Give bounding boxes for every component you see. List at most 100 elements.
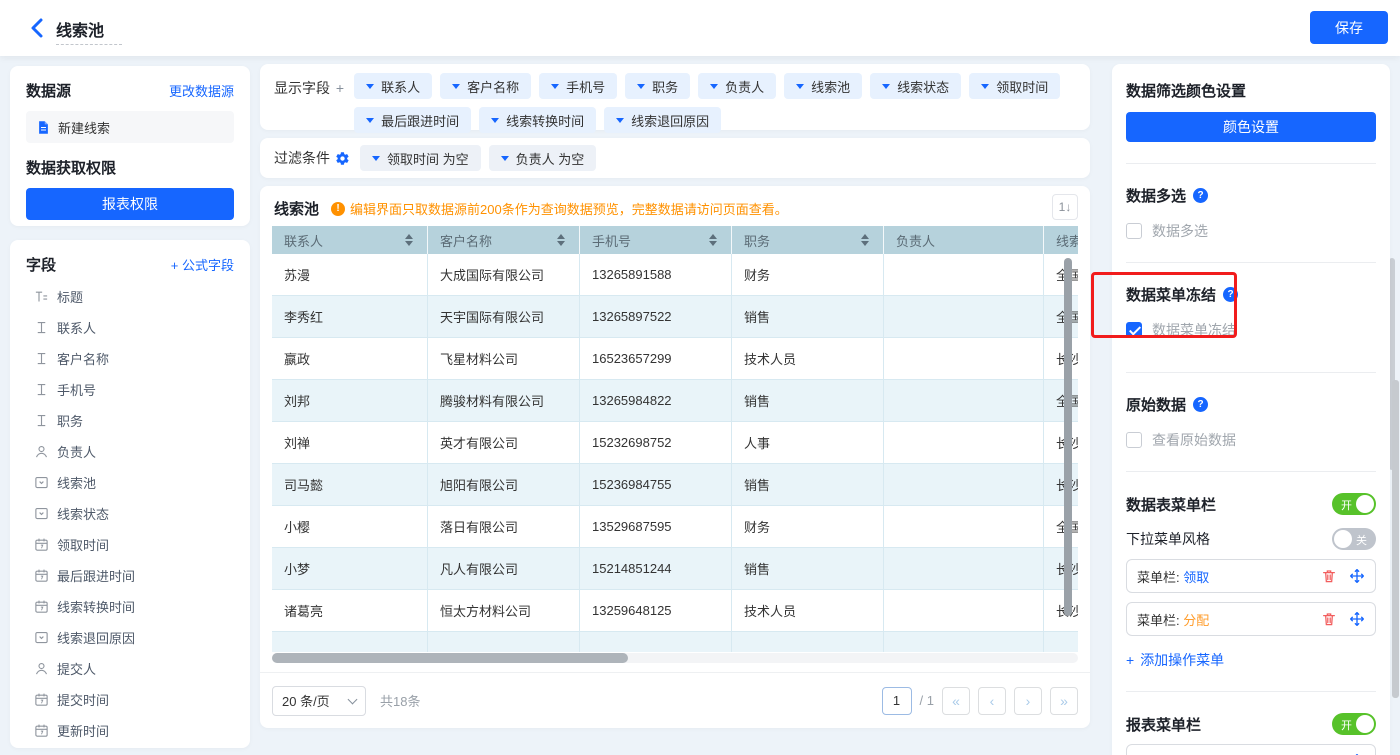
datasource-item[interactable]: 新建线索 bbox=[26, 111, 234, 143]
field-item[interactable]: 线索退回原因 bbox=[26, 622, 234, 653]
datasource-card: 数据源 更改数据源 新建线索 数据获取权限 报表权限 bbox=[10, 66, 250, 226]
display-field-chips: 联系人 客户名称 手机号 职务 负责人 线索池 线索状态 领取时间 最后跟进时间… bbox=[354, 73, 1074, 121]
display-field-chip[interactable]: 手机号 bbox=[539, 73, 617, 99]
text-icon bbox=[34, 413, 49, 428]
field-item[interactable]: 标题 bbox=[26, 281, 234, 312]
sort-arrows-icon[interactable] bbox=[405, 234, 413, 246]
back-icon[interactable] bbox=[26, 16, 50, 40]
column-header[interactable]: 客户名称 bbox=[428, 226, 580, 254]
report-menu-toggle[interactable]: 开 bbox=[1332, 713, 1376, 735]
display-field-chip[interactable]: 领取时间 bbox=[969, 73, 1060, 99]
save-button[interactable]: 保存 bbox=[1310, 11, 1388, 44]
field-item[interactable]: 职务 bbox=[26, 405, 234, 436]
field-item[interactable]: 手机号 bbox=[26, 374, 234, 405]
column-header[interactable]: 联系人 bbox=[272, 226, 428, 254]
filter-chip[interactable]: 负责人 为空 bbox=[489, 145, 597, 171]
add-action-menu-link[interactable]: + 添加操作菜单 bbox=[1126, 650, 1224, 670]
menu-item-label: 菜单栏: 分配 bbox=[1137, 610, 1209, 629]
display-field-chip[interactable]: 线索池 bbox=[784, 73, 862, 99]
table-cell bbox=[272, 632, 428, 652]
change-datasource-link[interactable]: 更改数据源 bbox=[169, 81, 234, 100]
field-item[interactable]: 线索池 bbox=[26, 467, 234, 498]
sort-arrows-icon[interactable] bbox=[861, 234, 869, 246]
gear-icon[interactable] bbox=[335, 151, 350, 166]
field-item[interactable]: 负责人 bbox=[26, 436, 234, 467]
table-horizontal-scrollbar[interactable] bbox=[272, 653, 628, 663]
table-cell bbox=[884, 548, 1044, 590]
display-field-chip[interactable]: 线索转换时间 bbox=[479, 107, 596, 133]
table-cell: 恒太方材料公司 bbox=[428, 590, 580, 632]
move-icon[interactable] bbox=[1349, 568, 1365, 584]
display-field-chip[interactable]: 联系人 bbox=[354, 73, 432, 99]
filter-chip[interactable]: 领取时间 为空 bbox=[360, 145, 481, 171]
field-item[interactable]: 领取时间 bbox=[26, 529, 234, 560]
field-item[interactable]: 线索转换时间 bbox=[26, 591, 234, 622]
table-row[interactable]: 李秀红天宇国际有限公司13265897522销售全国线索 bbox=[272, 296, 1078, 338]
display-field-chip[interactable]: 线索退回原因 bbox=[604, 107, 721, 133]
fields-title: 字段 bbox=[26, 254, 56, 275]
column-header[interactable]: 职务 bbox=[732, 226, 884, 254]
formula-field-link[interactable]: + 公式字段 bbox=[171, 255, 234, 274]
table-row[interactable]: 小樱落日有限公司13529687595财务全国线索 bbox=[272, 506, 1078, 548]
menu-bar-item[interactable]: 菜单栏: 批量导入 bbox=[1126, 744, 1376, 755]
table-cell: 落日有限公司 bbox=[428, 506, 580, 548]
table-menu-toggle[interactable]: 开 bbox=[1332, 493, 1376, 515]
dropdown-style-toggle[interactable]: 关 bbox=[1332, 528, 1376, 550]
display-field-chip[interactable]: 客户名称 bbox=[440, 73, 531, 99]
trash-icon[interactable] bbox=[1321, 611, 1337, 627]
column-header[interactable]: 手机号 bbox=[580, 226, 732, 254]
move-icon[interactable] bbox=[1349, 611, 1365, 627]
column-header[interactable]: 负责人 bbox=[884, 226, 1044, 254]
column-header[interactable]: 线索池 bbox=[1044, 226, 1078, 254]
multi-select-checkbox[interactable] bbox=[1126, 223, 1142, 239]
add-display-field-button[interactable]: + bbox=[336, 80, 344, 96]
display-field-chip[interactable]: 负责人 bbox=[698, 73, 776, 99]
table-vertical-scrollbar[interactable] bbox=[1064, 258, 1072, 616]
field-item[interactable]: 提交人 bbox=[26, 653, 234, 684]
table-row[interactable] bbox=[272, 632, 1078, 652]
display-field-chip[interactable]: 最后跟进时间 bbox=[354, 107, 471, 133]
field-item[interactable]: 联系人 bbox=[26, 312, 234, 343]
table-row[interactable]: 刘邦腾骏材料有限公司13265984822销售全国线索 bbox=[272, 380, 1078, 422]
table-row[interactable]: 诸葛亮恒太方材料公司13259648125技术人员长沙线索 bbox=[272, 590, 1078, 632]
page-scrollbar[interactable] bbox=[1392, 380, 1399, 698]
help-icon[interactable]: ? bbox=[1193, 188, 1208, 203]
color-setting-button[interactable]: 颜色设置 bbox=[1126, 112, 1376, 142]
sort-order-button[interactable]: 1↓ bbox=[1052, 194, 1078, 220]
prev-page-button[interactable]: ‹ bbox=[978, 687, 1006, 715]
field-item[interactable]: 提交时间 bbox=[26, 684, 234, 715]
table-row[interactable]: 小梦凡人有限公司15214851244销售长沙线索 bbox=[272, 548, 1078, 590]
raw-data-checkbox[interactable] bbox=[1126, 432, 1142, 448]
sort-arrows-icon[interactable] bbox=[557, 234, 565, 246]
menu-item-label: 菜单栏: 批量导入 bbox=[1137, 752, 1235, 755]
table-cell: 小樱 bbox=[272, 506, 428, 548]
last-page-button[interactable]: » bbox=[1050, 687, 1078, 715]
display-field-chip[interactable]: 线索状态 bbox=[870, 73, 961, 99]
page-number-input[interactable] bbox=[882, 687, 912, 715]
menu-freeze-checkbox[interactable] bbox=[1126, 322, 1142, 338]
field-item[interactable]: 最后跟进时间 bbox=[26, 560, 234, 591]
help-icon[interactable]: ? bbox=[1223, 287, 1238, 302]
report-permission-button[interactable]: 报表权限 bbox=[26, 188, 234, 220]
table-row[interactable]: 司马懿旭阳有限公司15236984755销售长沙线索 bbox=[272, 464, 1078, 506]
fields-card: 字段 + 公式字段 标题 联系人 客户名称 手机号 职务 负责人 线索池 线索状… bbox=[10, 240, 250, 748]
table-row[interactable]: 苏漫大成国际有限公司13265891588财务全国线索 bbox=[272, 254, 1078, 296]
menu-item-label: 菜单栏: 领取 bbox=[1137, 567, 1209, 586]
menu-bar-item[interactable]: 菜单栏: 领取 bbox=[1126, 559, 1376, 593]
table-cell: 凡人有限公司 bbox=[428, 548, 580, 590]
menu-bar-item[interactable]: 菜单栏: 分配 bbox=[1126, 602, 1376, 636]
help-icon[interactable]: ? bbox=[1193, 397, 1208, 412]
table-row[interactable]: 刘禅英才有限公司15232698752人事长沙线索 bbox=[272, 422, 1078, 464]
next-page-button[interactable]: › bbox=[1014, 687, 1042, 715]
divider bbox=[1126, 471, 1376, 472]
display-field-chip[interactable]: 职务 bbox=[625, 73, 690, 99]
calendar-icon bbox=[34, 692, 49, 707]
sort-arrows-icon[interactable] bbox=[709, 234, 717, 246]
first-page-button[interactable]: « bbox=[942, 687, 970, 715]
field-item[interactable]: 线索状态 bbox=[26, 498, 234, 529]
field-item[interactable]: 更新时间 bbox=[26, 715, 234, 746]
page-size-select[interactable]: 20 条/页 bbox=[272, 686, 366, 716]
field-item[interactable]: 客户名称 bbox=[26, 343, 234, 374]
table-row[interactable]: 嬴政飞星材料公司16523657299技术人员长沙线索 bbox=[272, 338, 1078, 380]
trash-icon[interactable] bbox=[1321, 568, 1337, 584]
